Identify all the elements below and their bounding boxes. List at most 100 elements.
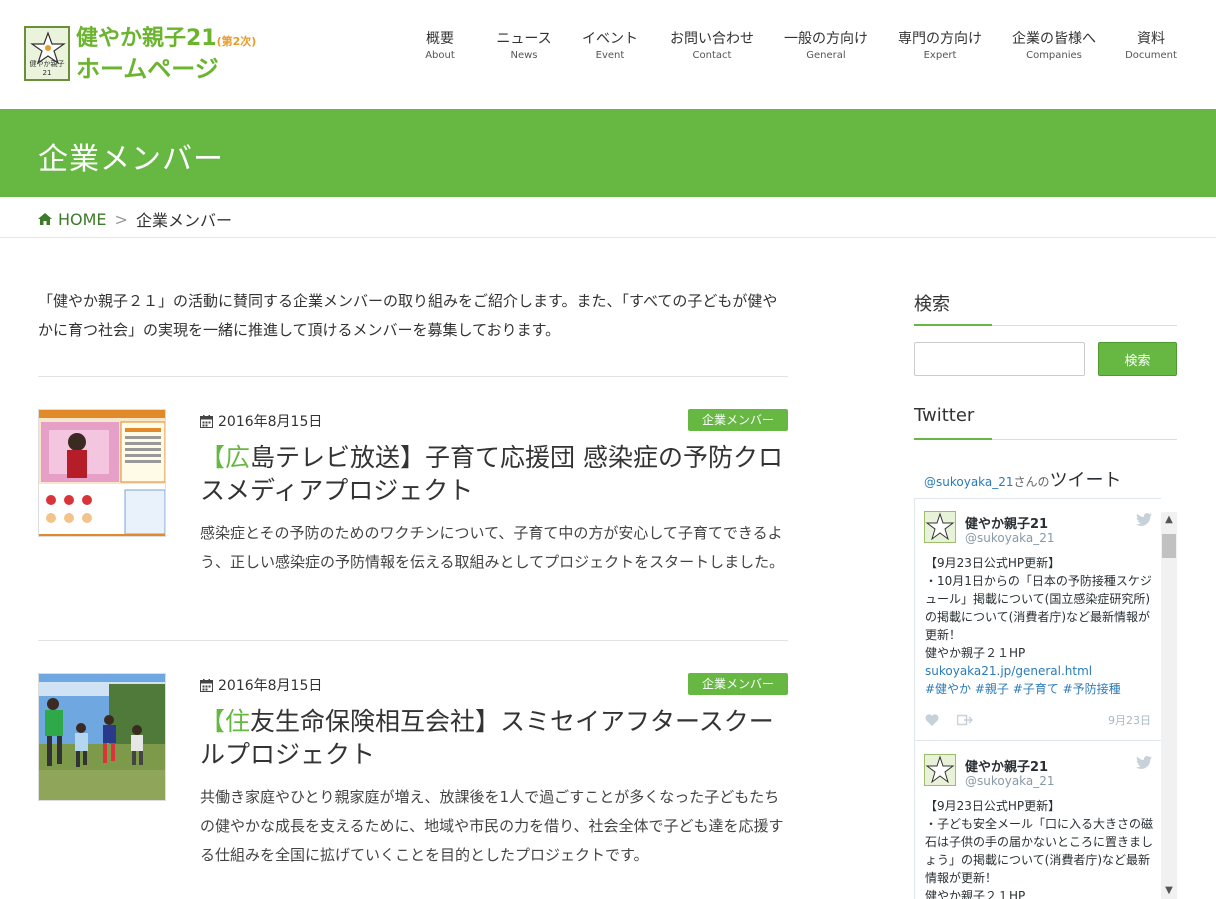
nav-companies[interactable]: 企業の皆様へ Companies (1004, 30, 1104, 64)
tweet-author-handle[interactable]: @sukoyaka_21 (965, 531, 1055, 545)
search-input[interactable] (914, 342, 1085, 376)
calendar-icon (200, 678, 213, 692)
tv-program-image (39, 410, 165, 536)
timeline-suffix: さんの (1013, 475, 1050, 489)
scroll-up-icon[interactable]: ▲ (1161, 512, 1177, 528)
search-button[interactable]: 検索 (1098, 342, 1177, 376)
share-icon[interactable] (957, 714, 973, 726)
logo-mascot: 健やか親子21 (24, 26, 70, 81)
nav-label: 資料 (1137, 31, 1165, 47)
like-heart-icon[interactable] (925, 714, 939, 726)
timeline-header: @sukoyaka_21 さんの ツイート (924, 466, 1122, 492)
nav-event[interactable]: イベント Event (568, 30, 652, 64)
page-title-bar: 企業メンバー (0, 109, 1216, 197)
post-item: 2016年8月15日 企業メンバー 【住友生命保険相互会社】スミセイアフタースク… (38, 673, 788, 883)
heading-rule (914, 438, 1177, 440)
search-heading: 検索 (914, 294, 950, 315)
post-title-rest: 島テレビ放送】子育て応援団 感染症の予防クロスメディアプロジェクト (200, 443, 783, 505)
post-title-first: 【住 (200, 707, 251, 736)
nav-label: 専門の方向け (898, 31, 982, 47)
post-date: 2016年8月15日 (200, 675, 322, 695)
post-date-text: 2016年8月15日 (218, 678, 323, 694)
nav-label: 企業の皆様へ (1012, 31, 1096, 47)
twitter-heading: Twitter (914, 405, 975, 426)
main-nav: 概要 About ニュース News イベント Event お問い合わせ Con… (410, 30, 1186, 64)
tweet-list[interactable]: 健やか親子21 @sukoyaka_21 【9月23日公式HP更新】 ・10月1… (914, 498, 1161, 899)
tweet-actions: 9月23日 (925, 712, 1151, 728)
page-title: 企業メンバー (38, 142, 224, 177)
kids-running-photo (39, 674, 165, 800)
post-item: 2016年8月15日 企業メンバー 【広島テレビ放送】子育て応援団 感染症の予防… (38, 409, 788, 609)
post-title-first: 【広 (200, 443, 251, 472)
avatar[interactable] (924, 511, 956, 543)
post-title[interactable]: 【広島テレビ放送】子育て応援団 感染症の予防クロスメディアプロジェクト (200, 441, 788, 507)
heading-rule (914, 324, 1177, 326)
nav-label: イベント (582, 31, 638, 47)
nav-expert[interactable]: 専門の方向け Expert (890, 30, 990, 64)
post-date-text: 2016年8月15日 (218, 414, 323, 430)
nav-label: お問い合わせ (670, 31, 754, 47)
tweet-link[interactable]: sukoyaka21.jp/general.html (925, 662, 1153, 680)
logo-subtitle: ホームページ (76, 55, 219, 83)
tweet-author-handle[interactable]: @sukoyaka_21 (965, 774, 1055, 788)
intro-text: 「健やか親子２１」の活動に賛同する企業メンバーの取り組みをご紹介します。また、「… (38, 292, 778, 339)
twitter-bird-icon[interactable] (1136, 513, 1152, 526)
post-category-tag[interactable]: 企業メンバー (687, 409, 788, 431)
avatar[interactable] (924, 754, 956, 786)
post-thumbnail[interactable] (38, 673, 166, 801)
post-title-rest: 友生命保険相互会社】スミセイアフタースクールプロジェクト (200, 707, 774, 769)
twitter-timeline-widget: @sukoyaka_21 さんの ツイート 健やか親子21 @sukoyaka_21… (914, 458, 1177, 899)
nav-general[interactable]: 一般の方向け General (776, 30, 876, 64)
tweet-date[interactable]: 9月23日 (1108, 712, 1151, 728)
timeline-scrollbar[interactable]: ▲ ▼ (1161, 512, 1177, 899)
nav-sublabel: Companies (1026, 50, 1082, 61)
calendar-icon (200, 414, 213, 428)
logo-edition: (第2次) (216, 35, 257, 48)
tweet[interactable]: 健やか親子21 @sukoyaka_21 【9月23日公式HP更新】 ・10月1… (915, 499, 1161, 741)
nav-about[interactable]: 概要 About (410, 30, 470, 64)
tweet-hashtags[interactable]: #健やか #親子 #子育て #予防接種 (925, 680, 1153, 698)
nav-sublabel: About (425, 50, 455, 61)
site-logo[interactable]: 健やか親子21 健やか親子21(第2次) ホームページ (24, 26, 256, 83)
post-title[interactable]: 【住友生命保険相互会社】スミセイアフタースクールプロジェクト (200, 705, 788, 771)
post-thumbnail[interactable] (38, 409, 166, 537)
divider (38, 376, 788, 377)
breadcrumb-home-label: HOME (58, 209, 107, 229)
scrollbar-thumb[interactable] (1162, 534, 1176, 558)
tweet-text: 【9月23日公式HP更新】 ・子ども安全メール「口に入る大きさの磁石は子供の手の… (925, 799, 1154, 899)
tweet-author-name[interactable]: 健やか親子21 (965, 513, 1048, 532)
post-date: 2016年8月15日 (200, 411, 322, 431)
nav-news[interactable]: ニュース News (482, 30, 566, 64)
breadcrumb-separator: > (114, 209, 128, 229)
tweet[interactable]: 健やか親子21 @sukoyaka_21 【9月23日公式HP更新】 ・子ども安… (915, 742, 1161, 899)
timeline-title: ツイート (1049, 470, 1122, 491)
breadcrumb-current: 企業メンバー (135, 211, 232, 230)
twitter-bird-icon[interactable] (1136, 756, 1152, 769)
nav-sublabel: Event (595, 50, 625, 61)
tweet-body: 【9月23日公式HP更新】 ・10月1日からの「日本の予防接種スケジュール」掲載… (925, 554, 1153, 698)
nav-contact[interactable]: お問い合わせ Contact (662, 30, 762, 64)
breadcrumb-home-link[interactable]: HOME (38, 210, 107, 229)
nav-document[interactable]: 資料 Document (1116, 30, 1186, 64)
logo-mini-text: 健やか親子21 (29, 60, 65, 77)
mascot-star-icon (925, 755, 955, 784)
post-excerpt: 共働き家庭やひとり親家庭が増え、放課後を1人で過ごすことが多くなった子どもたちの… (200, 788, 784, 864)
site-header: 健やか親子21 健やか親子21(第2次) ホームページ 概要 About ニュー… (0, 0, 1216, 109)
tweet-body: 【9月23日公式HP更新】 ・子ども安全メール「口に入る大きさの磁石は子供の手の… (925, 797, 1153, 899)
home-icon (38, 213, 52, 225)
nav-sublabel: Document (1125, 50, 1177, 61)
divider (38, 640, 788, 641)
nav-label: 概要 (426, 31, 454, 47)
post-category-tag[interactable]: 企業メンバー (687, 673, 788, 695)
nav-sublabel: Expert (923, 50, 957, 61)
nav-label: ニュース (496, 31, 552, 47)
nav-label: 一般の方向け (784, 31, 868, 47)
tweet-author-name[interactable]: 健やか親子21 (965, 756, 1048, 775)
mascot-star-icon (925, 512, 955, 541)
timeline-handle[interactable]: @sukoyaka_21 (924, 475, 1014, 489)
nav-sublabel: News (510, 50, 538, 61)
scroll-down-icon[interactable]: ▼ (1161, 883, 1177, 899)
tweet-text: 【9月23日公式HP更新】 ・10月1日からの「日本の予防接種スケジュール」掲載… (925, 556, 1152, 660)
post-excerpt: 感染症とその予防のためのワクチンについて、子育て中の方が安心して子育てできるよう… (200, 524, 785, 571)
nav-sublabel: General (806, 50, 846, 61)
